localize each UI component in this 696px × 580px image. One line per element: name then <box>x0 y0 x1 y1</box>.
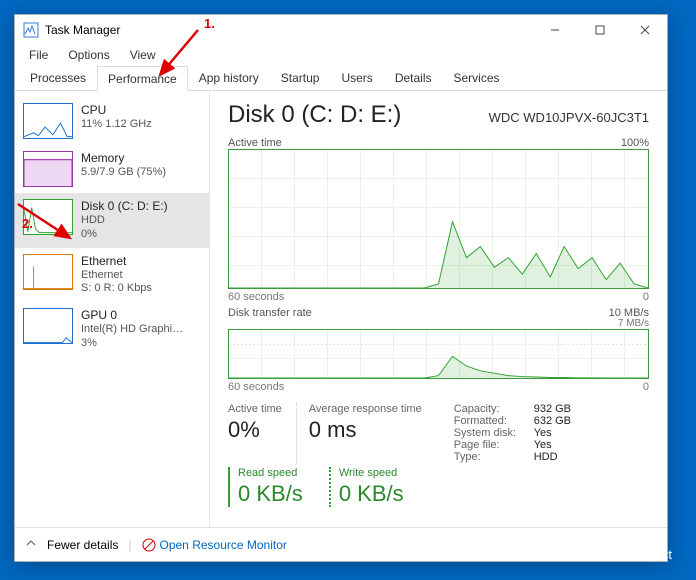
active-time-chart[interactable] <box>228 149 649 289</box>
write-speed-value: 0 KB/s <box>339 481 404 507</box>
open-resource-monitor-link[interactable]: Open Resource Monitor <box>142 538 287 552</box>
avg-response-value: 0 ms <box>309 417 422 443</box>
sidebar-eth-title: Ethernet <box>81 254 152 269</box>
tab-processes[interactable]: Processes <box>19 65 97 90</box>
stats-row-1: Active time 0% Average response time 0 m… <box>228 403 649 463</box>
sidebar-eth-rate: S: 0 R: 0 Kbps <box>81 282 152 296</box>
sidebar-gpu-sub: Intel(R) HD Graphi… <box>81 323 183 337</box>
tab-details[interactable]: Details <box>384 65 443 90</box>
write-speed-label: Write speed <box>339 467 404 479</box>
maximize-button[interactable] <box>577 15 622 45</box>
sidebar-disk-pct: 0% <box>81 228 168 242</box>
sidebar-item-gpu[interactable]: GPU 0 Intel(R) HD Graphi… 3% <box>15 302 209 357</box>
tab-users[interactable]: Users <box>330 65 383 90</box>
active-time-value: 0% <box>228 417 282 443</box>
menu-options[interactable]: Options <box>60 46 117 64</box>
sidebar-item-cpu[interactable]: CPU 11% 1.12 GHz <box>15 97 209 145</box>
transfer-rate-chart[interactable] <box>228 329 649 379</box>
chart2-innermax: 7 MB/s <box>228 318 649 329</box>
detail-panel: Disk 0 (C: D: E:) WDC WD10JPVX-60JC3T1 A… <box>210 91 667 527</box>
sidebar-cpu-sub: 11% 1.12 GHz <box>81 118 152 132</box>
performance-sidebar: CPU 11% 1.12 GHz Memory 5.9/7.9 GB (75%) <box>15 91 210 527</box>
sidebar-item-ethernet[interactable]: Ethernet Ethernet S: 0 R: 0 Kbps <box>15 248 209 303</box>
tab-services[interactable]: Services <box>443 65 511 90</box>
minimize-button[interactable] <box>532 15 577 45</box>
chart1-xleft: 60 seconds <box>228 291 284 303</box>
detail-title: Disk 0 (C: D: E:) <box>228 101 401 129</box>
ethernet-thumb-icon <box>23 254 73 290</box>
footer: Fewer details | Open Resource Monitor <box>15 527 667 561</box>
tab-app-history[interactable]: App history <box>188 65 270 90</box>
gpu-thumb-icon <box>23 308 73 344</box>
fewer-details-link[interactable]: Fewer details <box>47 538 118 552</box>
window-title: Task Manager <box>45 23 120 37</box>
chevron-up-icon[interactable] <box>25 537 37 552</box>
tab-performance[interactable]: Performance <box>97 66 188 91</box>
sidebar-cpu-title: CPU <box>81 103 152 118</box>
chart2-xleft: 60 seconds <box>228 381 284 393</box>
app-icon <box>23 22 39 38</box>
active-time-label: Active time <box>228 403 282 415</box>
read-speed-value: 0 KB/s <box>238 481 303 507</box>
avg-response-label: Average response time <box>309 403 422 415</box>
tab-startup[interactable]: Startup <box>270 65 331 90</box>
sidebar-memory-sub: 5.9/7.9 GB (75%) <box>81 166 166 180</box>
close-button[interactable] <box>622 15 667 45</box>
task-manager-window: Task Manager File Options View Processes… <box>14 14 668 562</box>
main-area: CPU 11% 1.12 GHz Memory 5.9/7.9 GB (75%) <box>15 91 667 527</box>
sidebar-item-disk[interactable]: Disk 0 (C: D: E:) HDD 0% <box>15 193 209 248</box>
sidebar-disk-title: Disk 0 (C: D: E:) <box>81 199 168 214</box>
chart1-max: 100% <box>621 137 649 149</box>
disk-thumb-icon <box>23 199 73 235</box>
titlebar: Task Manager <box>15 15 667 45</box>
cpu-thumb-icon <box>23 103 73 139</box>
disk-info-table: Capacity:932 GB Formatted:632 GB System … <box>454 403 571 463</box>
sidebar-item-memory[interactable]: Memory 5.9/7.9 GB (75%) <box>15 145 209 193</box>
menu-file[interactable]: File <box>21 46 56 64</box>
sidebar-memory-title: Memory <box>81 151 166 166</box>
menu-view[interactable]: View <box>122 46 164 64</box>
chart1-xright: 0 <box>643 291 649 303</box>
chart1-label: Active time <box>228 137 282 149</box>
chart2-xright: 0 <box>643 381 649 393</box>
sidebar-eth-sub: Ethernet <box>81 269 152 283</box>
sidebar-gpu-title: GPU 0 <box>81 308 183 323</box>
detail-model: WDC WD10JPVX-60JC3T1 <box>489 110 649 125</box>
sidebar-gpu-pct: 3% <box>81 337 183 351</box>
memory-thumb-icon <box>23 151 73 187</box>
read-speed-label: Read speed <box>238 467 303 479</box>
sidebar-disk-sub: HDD <box>81 214 168 228</box>
resmon-icon <box>142 538 156 552</box>
menubar: File Options View <box>15 45 667 65</box>
tabstrip: Processes Performance App history Startu… <box>15 65 667 91</box>
stats-row-2: Read speed 0 KB/s Write speed 0 KB/s <box>228 467 649 507</box>
